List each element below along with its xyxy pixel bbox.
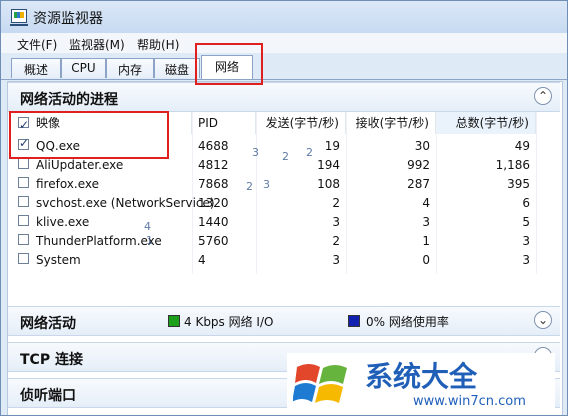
resource-monitor-icon <box>10 9 28 26</box>
network-usage-legend-icon <box>348 315 360 327</box>
chevron-down-icon[interactable]: ⌄ <box>534 311 552 329</box>
menu-bar: 文件(F) 监视器(M) 帮助(H) <box>1 33 567 53</box>
process-pid: 4 <box>198 253 206 267</box>
process-name: svchost.exe (NetworkService) <box>36 196 215 210</box>
tcp-connections-title: TCP 连接 <box>20 352 83 368</box>
row-checkbox[interactable] <box>18 196 29 207</box>
table-row[interactable]: svchost.exe (NetworkService) 1320 2 4 6 <box>8 193 560 212</box>
process-recv: 287 <box>407 177 430 191</box>
tab-disk-label: 磁盘 <box>164 63 189 77</box>
overlay-number: 2 <box>246 180 253 193</box>
table-row[interactable]: System 4 3 0 3 <box>8 250 560 269</box>
network-processes-title: 网络活动的进程 <box>20 92 118 108</box>
row-checkbox[interactable] <box>18 177 29 188</box>
table-row[interactable]: ThunderPlatform.exe 5760 2 1 3 <box>8 231 560 250</box>
process-total: 1,186 <box>495 158 530 172</box>
overlay-number: 2 <box>306 146 313 159</box>
col-total[interactable]: 总数(字节/秒) <box>436 112 536 134</box>
process-pid: 4812 <box>198 158 229 172</box>
tab-memory-label: 内存 <box>117 63 142 77</box>
process-total: 395 <box>507 177 530 191</box>
overlay-number: 3 <box>252 146 259 159</box>
process-send: 2 <box>332 196 340 210</box>
tab-cpu[interactable]: CPU <box>61 58 106 78</box>
network-activity-title: 网络活动 <box>20 316 76 332</box>
process-pid: 7868 <box>198 177 229 191</box>
col-total-label: 总数(字节/秒) <box>455 116 529 130</box>
menu-help[interactable]: 帮助(H) <box>137 36 179 53</box>
resource-monitor-window: 资源监视器 文件(F) 监视器(M) 帮助(H) 概述 CPU 内存 磁盘 网络… <box>0 0 568 416</box>
process-pid: 1440 <box>198 215 229 229</box>
network-io-legend-icon <box>168 315 180 327</box>
process-total: 3 <box>522 253 530 267</box>
process-total: 6 <box>522 196 530 210</box>
col-recv-label: 接收(字节/秒) <box>355 116 429 130</box>
network-usage-stat: 0% 网络使用率 <box>366 315 449 329</box>
process-recv: 3 <box>422 215 430 229</box>
process-recv: 30 <box>414 139 430 153</box>
process-highlight-box <box>9 111 169 159</box>
col-send-label: 发送(字节/秒) <box>265 116 339 130</box>
process-recv: 4 <box>422 196 430 210</box>
tab-overview[interactable]: 概述 <box>11 58 61 78</box>
tab-highlight-box <box>195 43 263 85</box>
process-recv: 1 <box>422 234 430 248</box>
tab-disk[interactable]: 磁盘 <box>154 58 200 78</box>
process-send: 3 <box>332 215 340 229</box>
process-total: 3 <box>522 234 530 248</box>
watermark: 系统大全 www.win7cn.com <box>287 353 555 413</box>
windows-logo-icon <box>293 364 347 403</box>
table-row[interactable]: firefox.exe 7868 108 287 395 <box>8 174 560 193</box>
process-pid: 5760 <box>198 234 229 248</box>
title-bar: 资源监视器 <box>1 1 567 33</box>
tab-overview-label: 概述 <box>23 63 48 77</box>
tab-memory[interactable]: 内存 <box>106 58 154 78</box>
overlay-number: 3 <box>263 178 270 191</box>
watermark-url: www.win7cn.com <box>413 394 526 409</box>
tab-strip: 概述 CPU 内存 磁盘 网络 <box>1 53 567 80</box>
menu-file[interactable]: 文件(F) <box>17 36 57 53</box>
window-title: 资源监视器 <box>33 11 103 27</box>
process-name: System <box>36 253 81 267</box>
process-total: 49 <box>514 139 530 153</box>
process-total: 5 <box>522 215 530 229</box>
col-pid[interactable]: PID <box>192 112 256 134</box>
overlay-number: 2 <box>282 150 289 163</box>
row-checkbox[interactable] <box>18 215 29 226</box>
process-name: firefox.exe <box>36 177 100 191</box>
process-send: 3 <box>332 253 340 267</box>
network-io-stat: 4 Kbps 网络 I/O <box>184 315 274 329</box>
network-activity-header[interactable]: 网络活动 4 Kbps 网络 I/O 0% 网络使用率 ⌄ <box>8 306 560 336</box>
col-send[interactable]: 发送(字节/秒) <box>256 112 346 134</box>
process-send: 2 <box>332 234 340 248</box>
overlay-number: 1 <box>146 234 153 247</box>
chevron-up-icon[interactable]: ⌃ <box>534 87 552 105</box>
process-name: klive.exe <box>36 215 90 229</box>
process-name: ThunderPlatform.exe <box>36 234 162 248</box>
watermark-title: 系统大全 <box>365 360 478 393</box>
process-pid: 1320 <box>198 196 229 210</box>
network-processes-header[interactable]: 网络活动的进程 ⌃ <box>8 82 560 112</box>
col-pid-label: PID <box>198 116 219 130</box>
col-recv[interactable]: 接收(字节/秒) <box>346 112 436 134</box>
row-checkbox[interactable] <box>18 234 29 245</box>
tab-cpu-label: CPU <box>71 61 96 75</box>
process-pid: 4688 <box>198 139 229 153</box>
overlay-number: 4 <box>144 220 151 233</box>
process-recv: 992 <box>407 158 430 172</box>
process-send: 19 <box>324 139 340 153</box>
process-send: 194 <box>317 158 340 172</box>
row-checkbox[interactable] <box>18 158 29 169</box>
listening-ports-title: 侦听端口 <box>20 388 76 404</box>
row-checkbox[interactable] <box>18 253 29 264</box>
process-recv: 0 <box>422 253 430 267</box>
menu-monitor[interactable]: 监视器(M) <box>69 36 125 53</box>
table-row[interactable]: klive.exe 1440 3 3 5 <box>8 212 560 231</box>
